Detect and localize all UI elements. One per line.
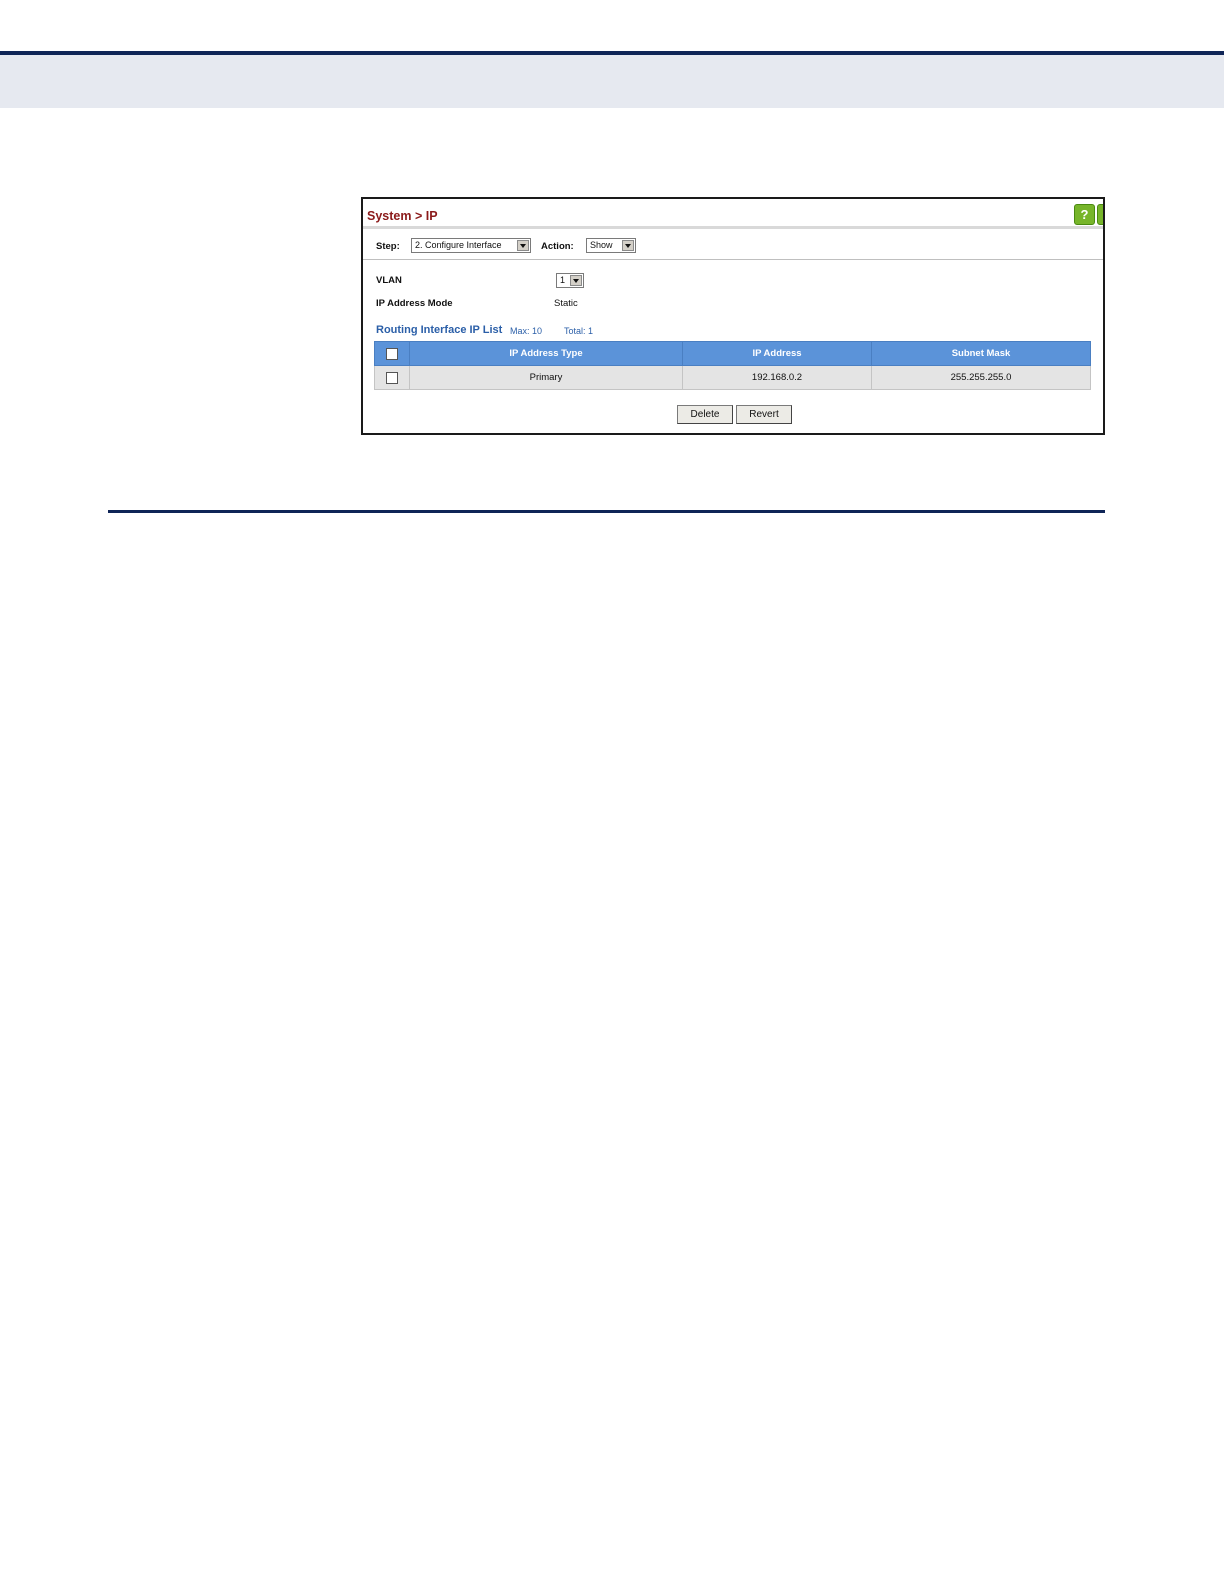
toolbar-divider xyxy=(363,259,1103,260)
row-select-cell xyxy=(374,365,410,390)
list-max-count: Max: 10 xyxy=(510,326,543,336)
column-header-ip-address-type: IP Address Type xyxy=(409,341,683,366)
page-title: System > IP xyxy=(367,209,438,223)
chevron-down-icon xyxy=(622,240,634,251)
select-all-checkbox[interactable] xyxy=(386,347,398,360)
list-total-count: Total: 1 xyxy=(564,326,594,336)
step-select-value: 2. Configure Interface xyxy=(415,240,502,250)
ip-address-mode-label: IP Address Mode xyxy=(376,298,453,309)
chevron-down-icon xyxy=(517,240,529,251)
ip-address-cell: 192.168.0.2 xyxy=(682,365,872,390)
table-row: Primary 192.168.0.2 255.255.255.0 xyxy=(374,365,1091,390)
secondary-toolbar-icon[interactable] xyxy=(1097,204,1103,225)
action-label: Action: xyxy=(541,241,574,252)
table-header-row: IP Address Type IP Address Subnet Mask xyxy=(374,341,1091,366)
chevron-down-icon xyxy=(570,275,582,286)
ip-address-type-cell: Primary xyxy=(409,365,683,390)
vlan-select-value: 1 xyxy=(560,275,566,285)
vlan-select[interactable]: 1 xyxy=(556,273,584,288)
revert-button[interactable]: Revert xyxy=(736,405,792,424)
title-divider xyxy=(363,226,1103,229)
column-header-ip-address: IP Address xyxy=(682,341,872,366)
help-icon[interactable]: ? xyxy=(1074,204,1095,225)
column-header-subnet-mask: Subnet Mask xyxy=(871,341,1091,366)
action-select-value: Show xyxy=(590,240,613,250)
vlan-label: VLAN xyxy=(376,275,402,286)
routing-interface-ip-table: IP Address Type IP Address Subnet Mask P… xyxy=(374,341,1091,390)
row-checkbox[interactable] xyxy=(386,371,398,384)
page-bottom-rule xyxy=(108,510,1105,513)
ip-address-mode-value: Static xyxy=(554,298,578,309)
routing-interface-ip-list-title: Routing Interface IP List xyxy=(376,324,503,336)
delete-button[interactable]: Delete xyxy=(677,405,733,424)
step-select[interactable]: 2. Configure Interface xyxy=(411,238,531,253)
select-all-cell xyxy=(374,341,410,366)
step-label: Step: xyxy=(376,241,400,252)
page-header-band xyxy=(0,55,1224,108)
action-select[interactable]: Show xyxy=(586,238,636,253)
subnet-mask-cell: 255.255.255.0 xyxy=(871,365,1091,390)
system-ip-panel: System > IP ? Step: 2. Configure Interfa… xyxy=(361,197,1105,435)
